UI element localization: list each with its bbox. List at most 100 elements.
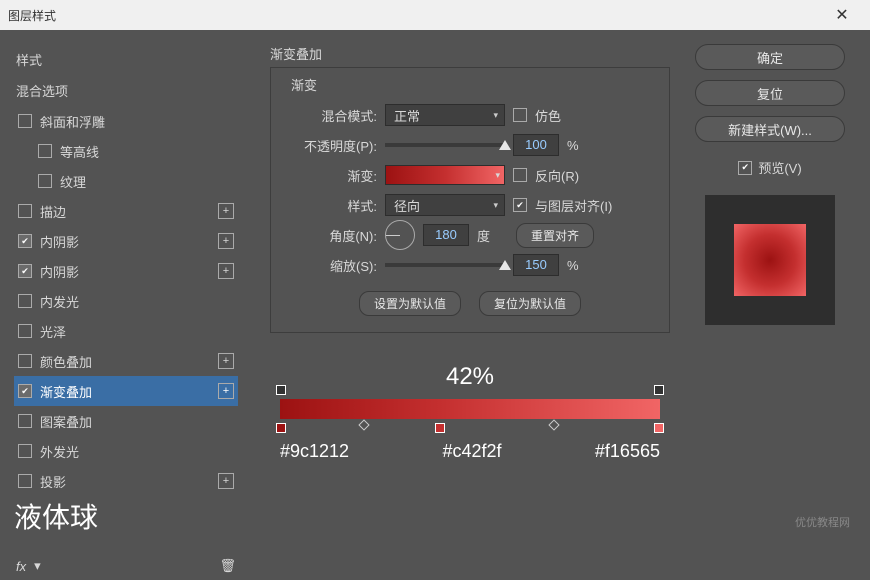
scale-input[interactable]: 150 — [513, 254, 559, 276]
style-checkbox[interactable] — [38, 144, 52, 158]
gradient-label: 渐变: — [285, 166, 377, 185]
style-checkbox[interactable] — [18, 444, 32, 458]
overlay-title: 液体球 — [14, 496, 98, 536]
add-effect-icon[interactable]: + — [218, 233, 234, 249]
fx-icon[interactable]: fx — [16, 559, 26, 574]
style-label: 图案叠加 — [40, 412, 92, 431]
style-checkbox[interactable] — [18, 384, 32, 398]
style-checkbox[interactable] — [18, 414, 32, 428]
style-item[interactable]: 投影+ — [14, 466, 238, 496]
style-item[interactable]: 纹理 — [14, 166, 238, 196]
style-item[interactable]: 颜色叠加 + — [14, 346, 238, 376]
style-checkbox[interactable] — [18, 294, 32, 308]
add-effect-icon[interactable]: + — [218, 263, 234, 279]
angle-label: 角度(N): — [285, 226, 377, 245]
cancel-button[interactable]: 复位 — [695, 80, 845, 106]
midpoint-handle[interactable] — [358, 419, 369, 430]
add-effect-icon[interactable]: + — [218, 353, 234, 369]
reverse-label: 反向(R) — [535, 166, 579, 185]
gradient-bar[interactable] — [280, 399, 660, 419]
style-item[interactable]: 渐变叠加+ — [14, 376, 238, 406]
style-checkbox[interactable] — [18, 204, 32, 218]
opacity-stop[interactable] — [654, 385, 664, 395]
style-checkbox[interactable] — [18, 264, 32, 278]
style-item[interactable]: 等高线 — [14, 136, 238, 166]
style-label: 等高线 — [60, 142, 99, 161]
angle-input[interactable]: 180 — [423, 224, 469, 246]
style-label: 外发光 — [40, 442, 79, 461]
color-hex-1: #9c1212 — [280, 441, 349, 462]
style-checkbox[interactable] — [18, 114, 32, 128]
chevron-down-icon[interactable]: ▾ — [34, 558, 41, 574]
blend-mode-label: 混合模式: — [285, 106, 377, 125]
add-effect-icon[interactable]: + — [218, 473, 234, 489]
midpoint-handle[interactable] — [548, 419, 559, 430]
scale-slider[interactable] — [385, 263, 505, 267]
blend-mode-select[interactable]: 正常▾ — [385, 104, 505, 126]
color-stop[interactable] — [276, 423, 286, 433]
color-hex-2: #c42f2f — [442, 441, 501, 462]
ok-button[interactable]: 确定 — [695, 44, 845, 70]
preview-checkbox[interactable] — [738, 161, 752, 175]
color-stop[interactable] — [435, 423, 445, 433]
preview-label: 预览(V) — [758, 158, 801, 177]
style-checkbox[interactable] — [18, 474, 32, 488]
dither-checkbox[interactable] — [513, 108, 527, 122]
style-item[interactable]: 内发光 — [14, 286, 238, 316]
add-effect-icon[interactable]: + — [218, 383, 234, 399]
preview-swatch — [734, 224, 806, 296]
style-label: 描边 — [40, 202, 66, 221]
new-style-button[interactable]: 新建样式(W)... — [695, 116, 845, 142]
reset-align-button[interactable]: 重置对齐 — [516, 223, 594, 248]
opacity-slider[interactable] — [385, 143, 505, 147]
style-item[interactable]: 描边 + — [14, 196, 238, 226]
style-label: 内阴影 — [40, 262, 79, 281]
main: 样式 混合选项 斜面和浮雕等高线纹理描边+内阴影+内阴影+内发光光泽颜色叠加+渐… — [0, 30, 870, 580]
chevron-down-icon: ▾ — [493, 200, 498, 211]
gradient-fieldset: 渐变 混合模式: 正常▾ 仿色 不透明度(P): 100 % 渐变: ▾ 反向(… — [270, 67, 670, 333]
style-item[interactable]: 内阴影 + — [14, 256, 238, 286]
style-item[interactable]: 斜面和浮雕 — [14, 106, 238, 136]
style-item[interactable]: 光泽 — [14, 316, 238, 346]
styles-header[interactable]: 样式 — [14, 44, 238, 75]
dither-label: 仿色 — [535, 106, 561, 125]
style-label: 颜色叠加 — [40, 352, 92, 371]
gradient-picker[interactable]: ▾ — [385, 165, 505, 185]
chevron-down-icon: ▾ — [495, 170, 500, 181]
watermark: 优优教程网 — [795, 514, 850, 530]
close-icon[interactable]: ✕ — [822, 0, 862, 30]
style-checkbox[interactable] — [18, 354, 32, 368]
blend-options-header[interactable]: 混合选项 — [14, 75, 238, 106]
reset-default-button[interactable]: 复位为默认值 — [479, 291, 581, 316]
style-checkbox[interactable] — [18, 324, 32, 338]
color-hex-3: #f16565 — [595, 441, 660, 462]
reverse-checkbox[interactable] — [513, 168, 527, 182]
opacity-label: 不透明度(P): — [285, 136, 377, 155]
style-label: 斜面和浮雕 — [40, 112, 105, 131]
angle-unit: 度 — [477, 226, 490, 245]
content-panel: 渐变叠加 渐变 混合模式: 正常▾ 仿色 不透明度(P): 100 % 渐变: … — [252, 30, 688, 580]
gradient-editor: 42% #9c1212 #c42f2f #f16565 — [270, 363, 670, 462]
add-effect-icon[interactable]: + — [218, 203, 234, 219]
style-label: 内阴影 — [40, 232, 79, 251]
style-item[interactable]: 图案叠加 — [14, 406, 238, 436]
scale-unit: % — [567, 258, 579, 273]
opacity-stop[interactable] — [276, 385, 286, 395]
style-label: 样式: — [285, 196, 377, 215]
midpoint-label: 42% — [280, 363, 660, 391]
color-stop[interactable] — [654, 423, 664, 433]
style-checkbox[interactable] — [38, 174, 52, 188]
style-item[interactable]: 内阴影 + — [14, 226, 238, 256]
align-checkbox[interactable] — [513, 198, 527, 212]
style-label: 光泽 — [40, 322, 66, 341]
style-select[interactable]: 径向▾ — [385, 194, 505, 216]
style-item[interactable]: 外发光 — [14, 436, 238, 466]
style-checkbox[interactable] — [18, 234, 32, 248]
window-title: 图层样式 — [8, 7, 56, 24]
section-title: 渐变叠加 — [270, 44, 670, 63]
preview-box — [705, 195, 835, 325]
angle-dial[interactable] — [385, 220, 415, 250]
trash-icon[interactable]: 🗑 — [219, 558, 236, 574]
set-default-button[interactable]: 设置为默认值 — [359, 291, 461, 316]
opacity-input[interactable]: 100 — [513, 134, 559, 156]
